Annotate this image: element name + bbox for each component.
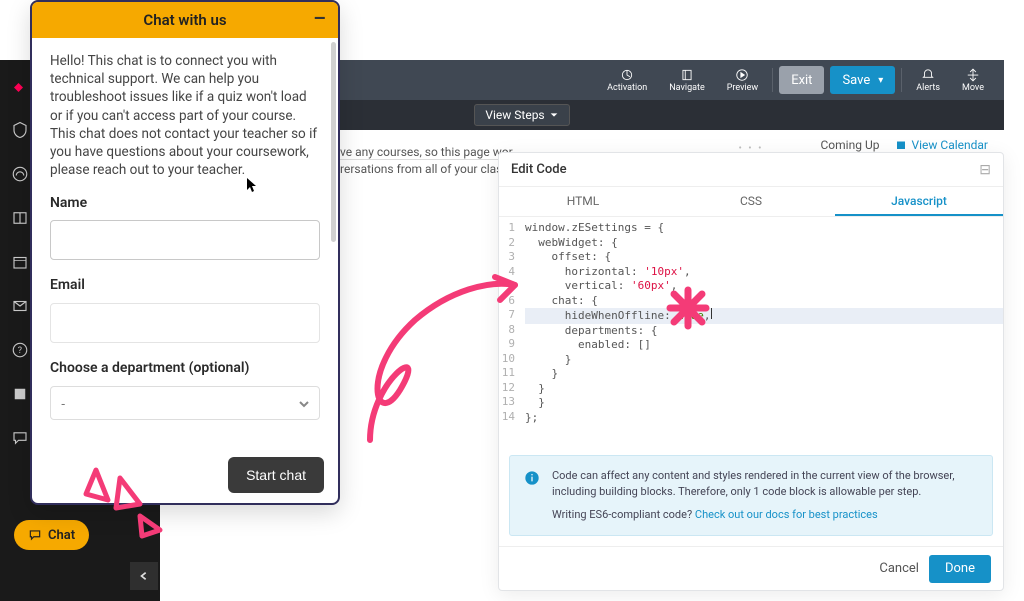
email-input[interactable] (50, 303, 320, 343)
exit-button[interactable]: Exit (779, 66, 824, 94)
background-text: ve any courses, so this page wor rersati… (340, 144, 524, 178)
chevron-down-icon (549, 110, 559, 120)
panel-header: Edit Code ⊟ (499, 153, 1003, 187)
info-text: Code can affect any content and styles r… (552, 468, 978, 501)
chat-icon (28, 528, 42, 542)
edit-code-panel: • • • Edit Code ⊟ HTML CSS Javascript 12… (498, 152, 1004, 591)
department-select[interactable]: - (50, 386, 320, 420)
view-steps-dropdown[interactable]: View Steps (474, 104, 569, 126)
scrollbar[interactable] (331, 42, 336, 242)
separator (901, 68, 902, 92)
view-calendar-link[interactable]: View Calendar (895, 138, 988, 152)
department-label: Choose a department (optional) (50, 359, 320, 378)
start-chat-button[interactable]: Start chat (228, 457, 324, 493)
minimize-icon[interactable]: – (313, 8, 326, 28)
name-input[interactable] (50, 220, 320, 260)
svg-text:?: ? (18, 346, 22, 356)
info-icon (524, 470, 540, 486)
annotation-arrow (370, 277, 515, 440)
coming-up-label: Coming Up (821, 138, 880, 152)
cancel-button[interactable]: Cancel (879, 561, 919, 576)
done-button[interactable]: Done (929, 555, 991, 583)
move-button[interactable]: Move (954, 64, 992, 96)
code-content[interactable]: window.zESettings = { webWidget: { offse… (521, 217, 1003, 445)
tab-javascript[interactable]: Javascript (835, 187, 1003, 216)
panel-title: Edit Code (511, 162, 567, 177)
line-gutter: 1234567891011121314 (499, 217, 521, 445)
preview-button[interactable]: Preview (719, 64, 766, 96)
phone-label: Phone Number (50, 448, 320, 449)
minimize-icon[interactable]: ⊟ (979, 162, 991, 178)
info-text-2: Writing ES6-compliant code? (552, 508, 695, 521)
chat-widget: Chat with us – Hello! This chat is to co… (30, 0, 340, 505)
info-callout: Code can affect any content and styles r… (509, 455, 993, 537)
chevron-down-icon (298, 398, 310, 410)
collapse-button[interactable] (130, 562, 158, 590)
code-editor[interactable]: 1234567891011121314 window.zESettings = … (499, 217, 1003, 445)
chat-intro-text: Hello! This chat is to connect you with … (50, 52, 320, 180)
email-label: Email (50, 276, 320, 295)
code-tabs: HTML CSS Javascript (499, 187, 1003, 217)
name-label: Name (50, 194, 320, 213)
chevron-left-icon (139, 571, 149, 581)
chevron-down-icon: ▾ (878, 75, 883, 86)
docs-link[interactable]: Check out our docs for best practices (695, 508, 878, 521)
chat-header[interactable]: Chat with us – (32, 2, 338, 38)
tab-css[interactable]: CSS (667, 187, 835, 216)
tab-html[interactable]: HTML (499, 187, 667, 216)
separator (772, 68, 773, 92)
panel-footer: Cancel Done (499, 546, 1003, 590)
chat-body: Hello! This chat is to connect you with … (32, 38, 338, 449)
save-button[interactable]: Save▾ (830, 66, 895, 94)
navigate-button[interactable]: Navigate (661, 64, 712, 96)
alerts-button[interactable]: Alerts (908, 64, 948, 96)
chat-footer: Start chat (32, 449, 338, 503)
chat-title: Chat with us (143, 11, 226, 29)
chat-launcher-button[interactable]: Chat (14, 520, 89, 550)
activation-button[interactable]: Activation (599, 64, 655, 96)
calendar-icon (895, 139, 907, 151)
